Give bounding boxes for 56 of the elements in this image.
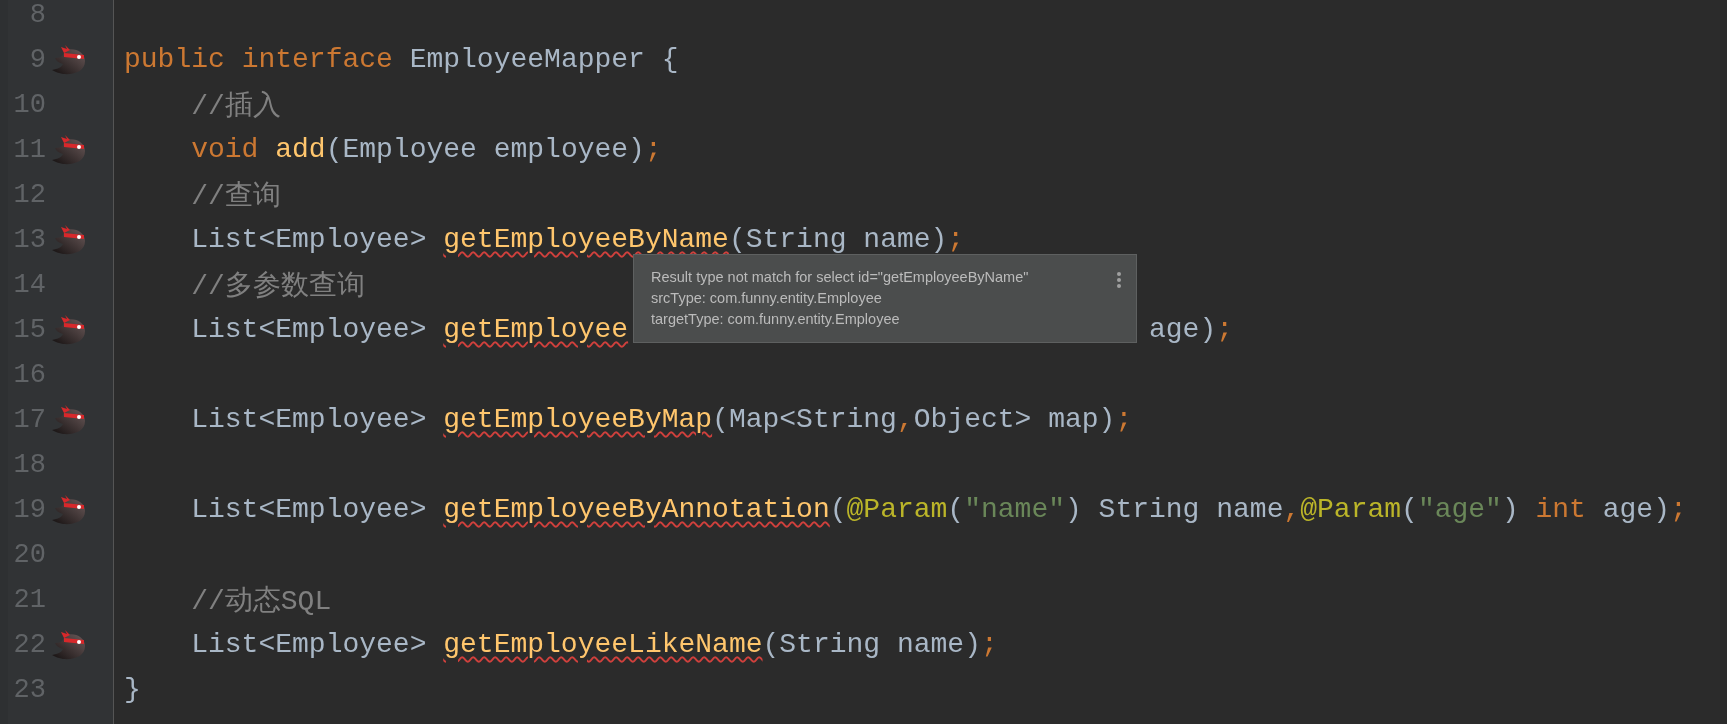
tooltip-text: targetType: com.funny.entity.Employee bbox=[651, 310, 901, 329]
code-text: ( bbox=[829, 494, 847, 525]
code-punctuation: ; bbox=[1216, 314, 1233, 345]
keyword-text: public bbox=[124, 44, 226, 75]
method-name: getEmployee bbox=[443, 314, 629, 345]
code-text: ) String name bbox=[1065, 494, 1284, 525]
code-punctuation: , bbox=[896, 404, 914, 435]
code-comment: //多参数查询 bbox=[191, 269, 365, 304]
code-text: List<Employee> bbox=[191, 494, 428, 525]
bird-icon[interactable] bbox=[51, 43, 87, 76]
code-text: ( bbox=[947, 494, 965, 525]
keyword-text: void bbox=[191, 134, 260, 165]
code-text: (String name) bbox=[762, 629, 981, 660]
annotation-text: @Param bbox=[846, 494, 948, 525]
code-punctuation: ; bbox=[1115, 404, 1133, 435]
code-text: List<Employee> bbox=[191, 404, 428, 435]
string-literal: "name" bbox=[964, 494, 1065, 525]
code-text: List<Employee> bbox=[191, 629, 428, 660]
code-comment: //动态SQL bbox=[191, 584, 332, 619]
keyword-text: interface bbox=[241, 44, 394, 75]
bird-icon[interactable] bbox=[51, 133, 87, 166]
keyword-text: int bbox=[1535, 494, 1587, 525]
code-text: List<Employee> bbox=[191, 314, 428, 345]
code-text: age) bbox=[1602, 494, 1670, 525]
bird-icon[interactable] bbox=[51, 628, 87, 661]
code-text: ( bbox=[1401, 494, 1418, 525]
annotation-text: @Param bbox=[1300, 494, 1402, 525]
code-text: List<Employee> bbox=[191, 224, 428, 255]
bird-icon[interactable] bbox=[51, 403, 87, 436]
bird-icon[interactable] bbox=[51, 223, 87, 256]
method-name: getEmployeeByMap bbox=[443, 404, 713, 435]
method-name: add bbox=[275, 134, 326, 165]
code-text: EmployeeMapper { bbox=[409, 44, 679, 75]
code-text: age) bbox=[1148, 314, 1217, 345]
tooltip-text: Result type not match for select id="getEmployeeByName" bbox=[651, 268, 1029, 287]
code-punctuation: , bbox=[1283, 494, 1301, 525]
code-punctuation: ; bbox=[980, 629, 998, 660]
code-text: } bbox=[124, 674, 141, 705]
code-punctuation: ; bbox=[947, 224, 965, 255]
code-text: Object> map) bbox=[913, 404, 1116, 435]
bird-icon[interactable] bbox=[51, 493, 87, 526]
code-text: ) bbox=[1501, 494, 1520, 525]
code-punctuation: ; bbox=[1669, 494, 1687, 525]
tooltip-text: srcType: com.funny.entity.Employee bbox=[651, 289, 883, 308]
method-name: getEmployeeByAnnotation bbox=[443, 494, 830, 525]
more-icon[interactable] bbox=[1116, 271, 1122, 289]
code-text: (Employee employee) bbox=[325, 134, 645, 165]
code-text: (String name) bbox=[728, 224, 948, 255]
code-punctuation: ; bbox=[644, 134, 662, 165]
code-comment: //查询 bbox=[191, 179, 281, 214]
bird-icon[interactable] bbox=[51, 313, 87, 346]
method-name: getEmployeeByName bbox=[443, 224, 729, 255]
code-text: (Map<String bbox=[712, 404, 897, 435]
string-literal: "age" bbox=[1417, 494, 1502, 525]
code-comment: //插入 bbox=[191, 89, 281, 124]
method-name: getEmployeeLikeName bbox=[443, 629, 763, 660]
